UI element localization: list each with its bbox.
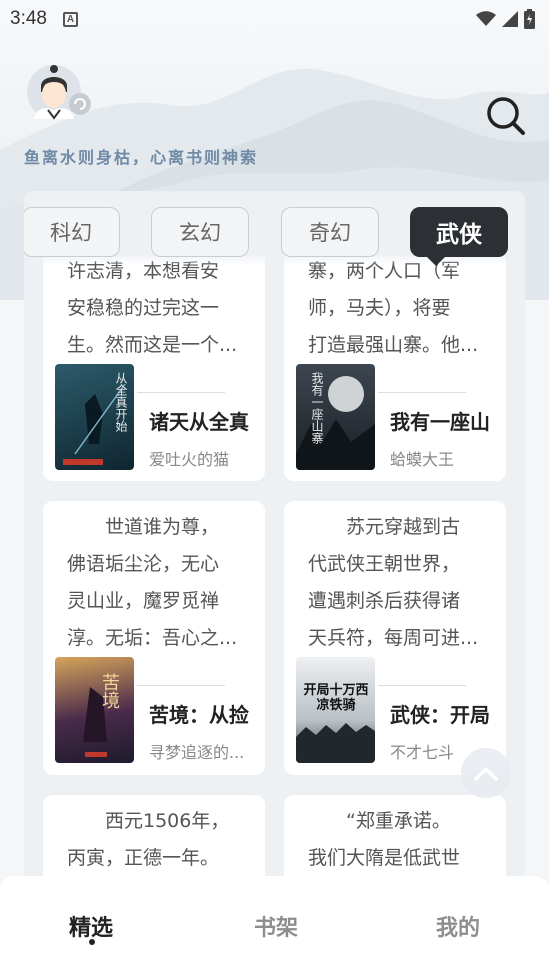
status-bar: 3:48 A (0, 0, 549, 38)
book-title: 诸天从全真 (149, 410, 249, 434)
book-cover: 苦境 (55, 657, 134, 763)
bottom-nav: 精选 书架 我的 (0, 876, 549, 976)
tab-fantasy[interactable]: 奇幻 (281, 207, 379, 257)
book-description: “郑重承诺。 我们大隋是低武世 (308, 810, 461, 869)
tab-wuxia[interactable]: 武侠 (410, 207, 508, 266)
book-card[interactable]: 苏元穿越到古 代武侠王朝世界， 遭遇刺杀后获得诸 天兵符，每周可进... 开局十… (284, 501, 506, 775)
book-description: 寨，两个人口（军 师，马夫），将要 打造最强山寨。他... (308, 260, 479, 356)
nav-featured[interactable]: 精选 (61, 910, 121, 942)
book-cover: 从全真开始 (55, 364, 134, 470)
book-description: 苏元穿越到古 代武侠王朝世界， 遭遇刺杀后获得诸 天兵符，每周可进... (308, 516, 479, 649)
book-card[interactable]: 寨，两个人口（军 师，马夫），将要 打造最强山寨。他... 我有一座山寨 我有一… (284, 231, 506, 481)
book-description: 西元1506年， 丙寅，正德一年。 (67, 810, 230, 869)
search-button[interactable] (484, 94, 528, 138)
search-icon (487, 97, 525, 135)
slogan: 鱼离水则身枯，心离书则神索 (24, 148, 259, 167)
book-title: 我有一座山 (390, 410, 490, 434)
status-time: 3:48 (10, 8, 47, 29)
genre-tabs: 科幻 玄幻 奇幻 武侠 (24, 205, 525, 266)
scroll-top-button[interactable] (461, 748, 511, 798)
wifi-icon (476, 11, 496, 26)
nav-bookshelf[interactable]: 书架 (246, 910, 306, 942)
book-title: 苦境：从捡 (149, 703, 249, 727)
book-author: 蛤蟆大王 (390, 450, 455, 469)
avatar[interactable] (24, 62, 94, 122)
book-author: 寻梦追逐的... (149, 743, 245, 762)
book-card[interactable]: 世道谁为尊， 佛语垢尘沦，无心 灵山业，魔罗觅禅 淳。无垢：吾心之... 苦境 … (43, 501, 265, 775)
content-panel: 科幻 玄幻 奇幻 武侠 许志清，本想看安 安稳稳的过完这一 生。然而这是一个..… (24, 191, 525, 891)
battery-icon (524, 9, 535, 29)
book-cover: 我有一座山寨 (296, 364, 375, 470)
tab-xuanhuan[interactable]: 玄幻 (151, 207, 249, 257)
book-author: 爱吐火的猫 (149, 450, 230, 469)
chevron-up-icon (474, 767, 498, 781)
book-cover: 开局十万西凉铁骑 (296, 657, 375, 763)
notification-icon: A (62, 11, 78, 27)
active-indicator (89, 939, 95, 945)
signal-icon (502, 11, 518, 27)
tab-scifi[interactable]: 科幻 (24, 207, 120, 257)
book-description: 许志清，本想看安 安稳稳的过完这一 生。然而这是一个... (67, 260, 238, 356)
book-description: 世道谁为尊， 佛语垢尘沦，无心 灵山业，魔罗觅禅 淳。无垢：吾心之... (67, 516, 238, 649)
book-card[interactable]: 许志清，本想看安 安稳稳的过完这一 生。然而这是一个... 从全真开始 诸天从全… (43, 231, 265, 481)
book-title: 武侠：开局 (390, 703, 490, 727)
nav-me[interactable]: 我的 (428, 910, 488, 942)
